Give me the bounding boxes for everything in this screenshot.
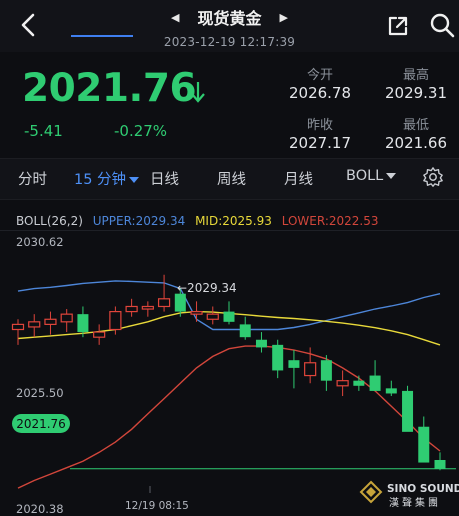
candle-body [174,293,186,312]
candle-body [44,318,57,325]
boll-mid: MID:2025.93 [195,214,272,228]
prev-close-value: 2027.17 [288,134,352,152]
open-label: 今开 [306,68,333,83]
tab-15min[interactable]: 15 分钟 [74,168,140,189]
chevron-down-icon [386,173,397,179]
tab-monthly[interactable]: 月线 [284,168,313,189]
prev-instrument-icon[interactable]: ◀ [171,11,179,24]
high-value: 2029.31 [384,84,448,102]
candle-body [206,313,219,320]
tab-boll-label: BOLL [346,168,384,184]
tab-weekly[interactable]: 周线 [217,168,246,189]
candle-body [418,426,430,463]
candle-body [239,324,251,338]
max-price-annotation: ←2029.34 [177,281,237,295]
high-label: 最高 [402,68,429,83]
candle-body [157,298,171,308]
tab-indicator-boll[interactable]: BOLL [346,168,397,184]
candle-body [60,313,73,323]
price-change-percent: -0.27% [114,122,168,140]
page-title: 现货黄金 [197,9,262,28]
current-price-tag: 2021.76 [12,414,70,433]
next-instrument-icon[interactable]: ▶ [280,11,288,24]
watermark-text-en: SINO SOUND [387,483,459,495]
candle-body [336,380,349,387]
last-price: 2021.76 [22,66,197,111]
active-tab-indicator [71,35,133,37]
watermark: SINO SOUND 漢聲集團 [359,480,459,509]
candle-body [385,388,397,394]
low-value: 2021.66 [384,134,448,152]
price-change: -5.41 [24,122,63,140]
share-icon[interactable] [386,14,410,38]
boll-upper: UPPER:2029.34 [92,214,186,228]
candle-body [288,360,300,368]
prev-close-label: 昨收 [306,118,333,133]
y-axis-min-label: 2020.38 [16,502,64,516]
candle-body [434,459,446,469]
candle-body [141,305,154,310]
gear-icon[interactable] [422,166,444,188]
candlestick-chart[interactable]: 2030.62 2025.50 2020.38 12/19 08:15 2021… [0,230,459,516]
boll-legend: BOLL(26,2) UPPER:2029.34 MID:2025.93 LOW… [16,214,385,228]
watermark-text-cn: 漢聲集團 [389,496,441,509]
candle-body [304,362,317,377]
candle-body [125,305,138,313]
candle-body [369,375,381,391]
candle-body [320,360,332,381]
tab-15min-label: 15 分钟 [74,172,127,188]
candle-body [402,390,414,432]
current-price-tag-text: 2021.76 [16,417,66,431]
candle-body [77,314,89,333]
candle-body [255,339,267,348]
y-axis-max-label: 2030.62 [16,235,64,249]
watermark-logo-inner [366,487,376,497]
down-arrow-icon [191,82,205,103]
candle-body [353,380,365,386]
tab-intraday[interactable]: 分时 [18,168,47,189]
y-axis-mid-label: 2025.50 [16,386,64,400]
tab-daily[interactable]: 日线 [150,168,179,189]
chevron-down-icon [129,177,140,183]
candle-body [28,321,41,328]
candle-body [223,311,235,322]
boll-lower-line [17,345,441,489]
candle-body [109,310,122,331]
boll-lower: LOWER:2022.53 [281,214,379,228]
candle-body [11,323,25,331]
candle-body [93,331,106,338]
boll-name: BOLL(26,2) [16,214,83,228]
candle-body [272,344,284,371]
x-axis-time-label: 12/19 08:15 [125,500,189,512]
low-label: 最低 [402,118,429,133]
candle-body [190,310,203,315]
open-value: 2026.78 [288,84,352,102]
search-icon[interactable] [429,12,455,38]
